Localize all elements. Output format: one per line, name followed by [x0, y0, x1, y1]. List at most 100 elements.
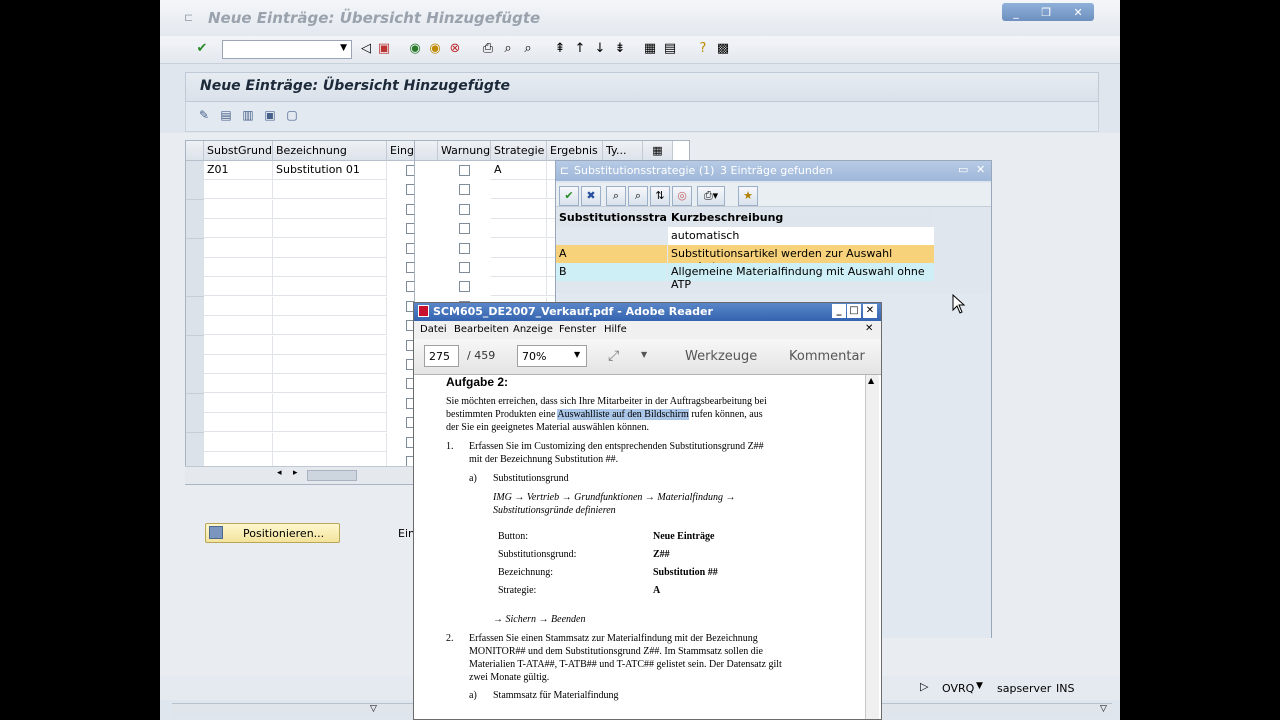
bezeichnung-cell[interactable] [273, 180, 387, 199]
row-selector[interactable] [186, 336, 204, 356]
row-selector[interactable] [186, 258, 204, 278]
row-selector[interactable] [186, 355, 204, 375]
position-button[interactable]: Positionieren... [205, 523, 340, 543]
back-icon[interactable]: ◉ [407, 41, 423, 57]
first-page-icon[interactable]: ⇞ [552, 41, 568, 57]
find-next-icon[interactable]: ⌕ [628, 186, 648, 206]
popup-close-icon[interactable]: ✕ [976, 163, 985, 176]
bezeichnung-cell[interactable] [273, 355, 387, 374]
table-settings-icon[interactable]: ▦ [643, 141, 673, 161]
cancel-icon[interactable]: ✖ [581, 186, 601, 206]
zoom-select[interactable]: 70% ▼ [517, 345, 587, 367]
find-icon[interactable]: ⌕ [606, 186, 626, 206]
bezeichnung-cell[interactable] [273, 374, 387, 393]
column-header[interactable]: Eingabe [387, 141, 414, 161]
subst-grund-cell[interactable] [204, 200, 273, 219]
row-selector-header[interactable] [186, 141, 204, 161]
row-selector[interactable] [186, 374, 204, 394]
shortcut-icon[interactable]: ▤ [662, 41, 678, 57]
subst-grund-cell[interactable] [204, 433, 273, 452]
bezeichnung-cell[interactable] [273, 413, 387, 432]
previous-page-icon[interactable]: ↑ [572, 41, 588, 57]
row-selector[interactable] [186, 297, 204, 317]
minimize-icon[interactable]: _ [832, 304, 846, 318]
bezeichnung-cell[interactable] [273, 433, 387, 452]
column-header[interactable]: Substitutionsstra... [556, 209, 679, 227]
row-selector[interactable] [186, 161, 204, 181]
subst-grund-cell[interactable] [204, 413, 273, 432]
exit-icon[interactable]: ◉ [427, 41, 443, 57]
subst-grund-cell[interactable] [204, 219, 273, 238]
eingabe-checkbox[interactable] [406, 204, 414, 215]
copy-icon[interactable]: ▤ [218, 108, 234, 124]
table-horizontal-scrollbar[interactable]: ◂ ▸ [185, 466, 415, 484]
strategie-cell[interactable] [491, 277, 547, 296]
comment-pane-button[interactable]: Kommentar [789, 349, 865, 364]
row-selector[interactable] [186, 316, 204, 336]
close-icon[interactable]: ✕ [1074, 6, 1083, 19]
warnung-checkbox[interactable] [459, 184, 470, 195]
strategy-description-cell[interactable]: automatisch [668, 227, 934, 245]
page-number-input[interactable]: 275 [424, 345, 459, 367]
new-session-icon[interactable]: ▦ [642, 41, 658, 57]
warnung-checkbox[interactable] [459, 281, 470, 292]
bezeichnung-cell[interactable] [273, 277, 387, 296]
print-icon[interactable]: ⎙▾ [697, 186, 725, 206]
bezeichnung-cell[interactable] [273, 200, 387, 219]
strategie-cell[interactable] [491, 239, 547, 258]
subst-grund-cell[interactable] [204, 336, 273, 355]
subst-grund-cell[interactable] [204, 180, 273, 199]
tools-pane-button[interactable]: Werkzeuge [685, 349, 757, 364]
strategie-cell[interactable]: A [491, 161, 547, 180]
subst-grund-cell[interactable] [204, 355, 273, 374]
strategy-description-cell[interactable]: Allgemeine Materialfindung mit Auswahl o… [668, 263, 934, 291]
row-selector[interactable] [186, 180, 204, 200]
bezeichnung-cell[interactable] [273, 239, 387, 258]
eingabe-checkbox[interactable] [406, 223, 414, 234]
find-next-icon[interactable]: ⌕ [520, 41, 536, 57]
restore-icon[interactable]: ❐ [1041, 6, 1051, 19]
subst-grund-cell[interactable] [204, 394, 273, 413]
print-icon[interactable]: ⎙ [480, 41, 496, 57]
column-header[interactable]: Ty... [603, 141, 643, 161]
status-mode[interactable]: INS [1056, 682, 1074, 695]
subst-grund-cell[interactable] [204, 374, 273, 393]
scroll-thumb[interactable] [307, 470, 357, 481]
eingabe-checkbox[interactable] [406, 262, 414, 273]
layout-menu-icon[interactable]: ▩ [715, 41, 731, 57]
subst-grund-cell[interactable] [204, 297, 273, 316]
subst-grund-cell[interactable] [204, 258, 273, 277]
filter-icon[interactable]: ◎ [672, 186, 692, 206]
bezeichnung-cell[interactable] [273, 219, 387, 238]
last-page-icon[interactable]: ⇟ [612, 41, 628, 57]
subst-grund-cell[interactable]: Z01 [204, 161, 273, 180]
edit-icon[interactable]: ✎ [196, 108, 212, 124]
minimize-icon[interactable]: _ [1013, 6, 1019, 19]
selected-text[interactable]: Auswahlliste auf den Bildschirm [557, 409, 689, 420]
column-header[interactable]: SubstGrund [204, 141, 273, 161]
strategie-cell[interactable] [491, 200, 547, 219]
delete-icon[interactable]: ▥ [240, 108, 256, 124]
column-header[interactable]: Warnung [438, 141, 491, 161]
chevron-down-icon[interactable]: ▼ [340, 43, 347, 53]
cancel-icon[interactable]: ⊗ [447, 41, 463, 57]
scroll-left-icon[interactable]: ◂ [277, 468, 282, 478]
bezeichnung-cell[interactable] [273, 297, 387, 316]
next-page-icon[interactable]: ↓ [592, 41, 608, 57]
scroll-end-icon[interactable]: ▽ [1100, 704, 1107, 714]
strategie-cell[interactable] [491, 180, 547, 199]
menu-view[interactable]: Anzeige [513, 324, 553, 335]
subst-grund-cell[interactable] [204, 277, 273, 296]
save-icon[interactable]: ▣ [376, 41, 392, 57]
column-header[interactable]: Kurzbeschreibung [668, 209, 934, 227]
bezeichnung-cell[interactable] [273, 316, 387, 335]
sort-icon[interactable]: ⇅ [650, 186, 670, 206]
warnung-checkbox[interactable] [459, 243, 470, 254]
bezeichnung-cell[interactable] [273, 394, 387, 413]
warnung-checkbox[interactable] [459, 262, 470, 273]
window-menu-icon[interactable]: ⊏ [184, 11, 193, 24]
strategy-key-cell[interactable] [556, 227, 667, 245]
subst-grund-cell[interactable] [204, 239, 273, 258]
row-selector[interactable] [186, 239, 204, 259]
deselect-icon[interactable]: ▢ [284, 108, 300, 124]
